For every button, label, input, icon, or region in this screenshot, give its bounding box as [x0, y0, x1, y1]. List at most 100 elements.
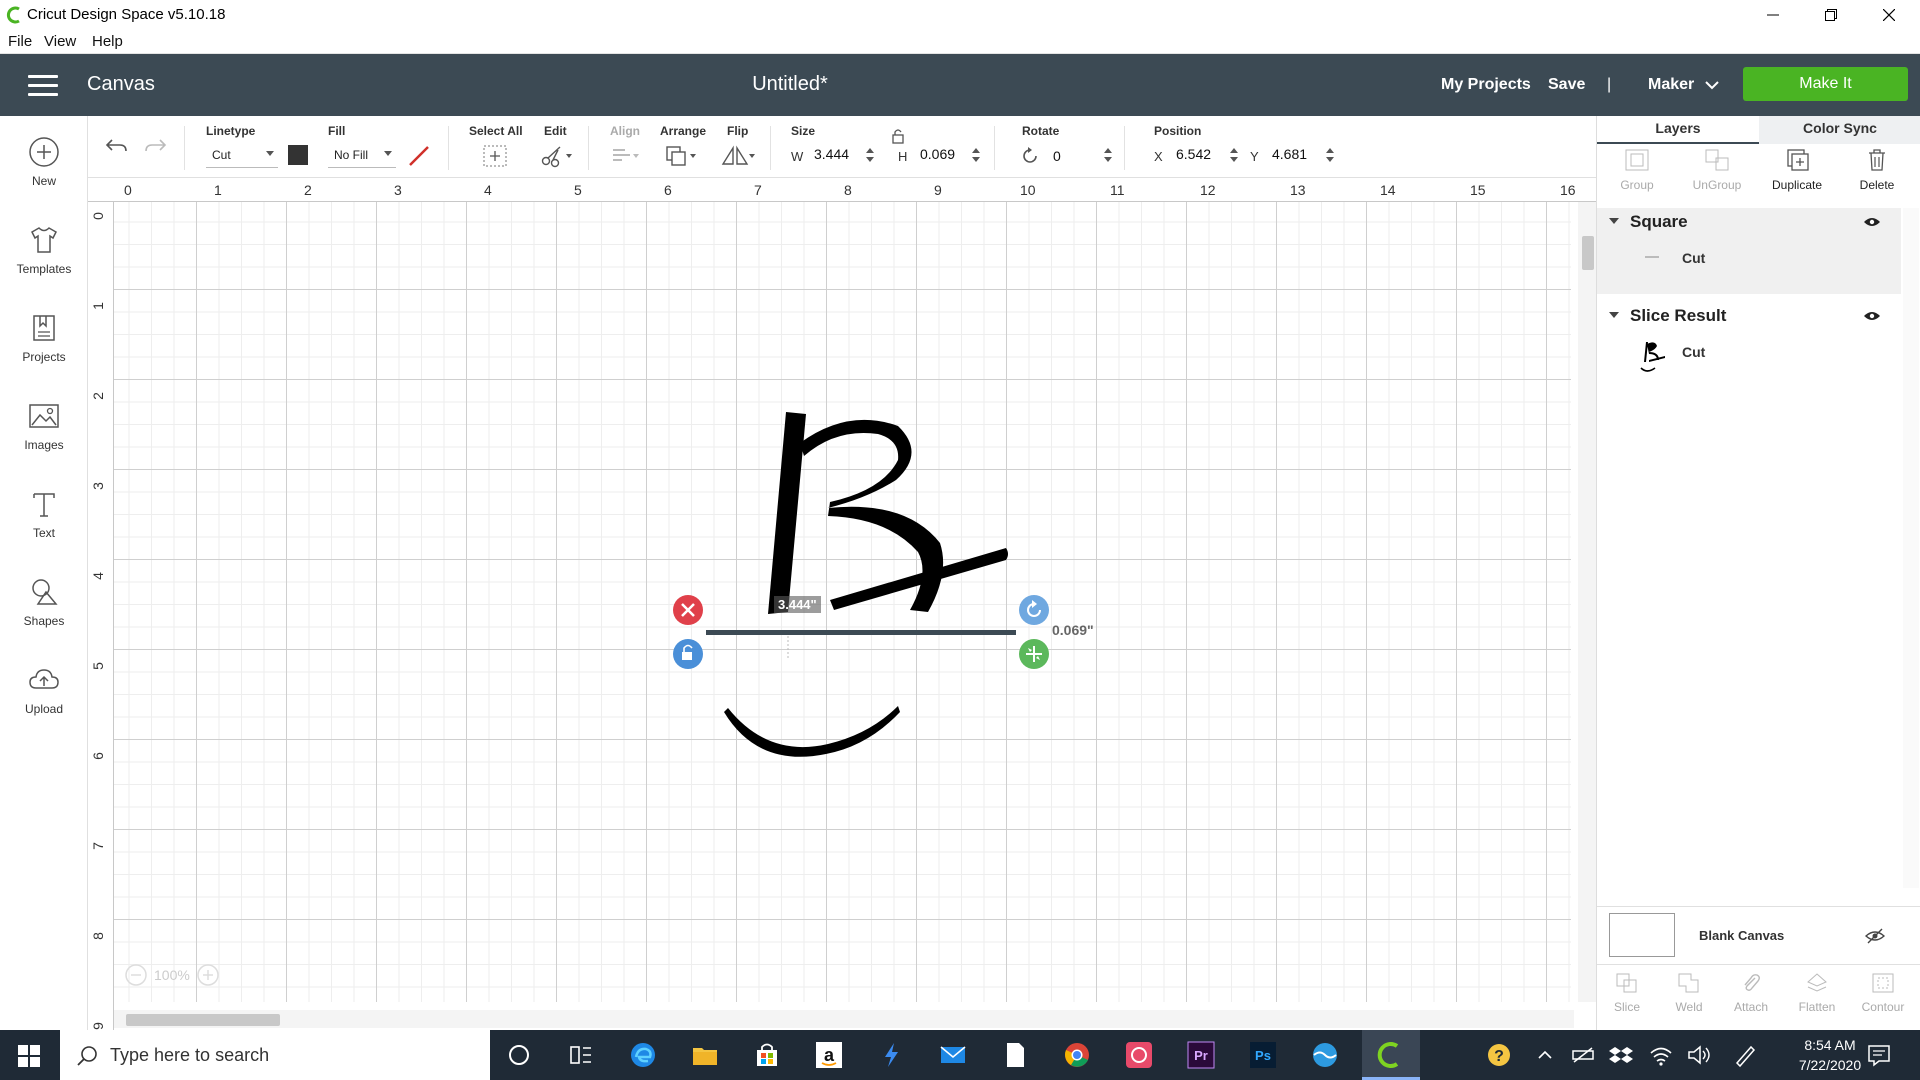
pen-icon[interactable]	[1730, 1040, 1760, 1070]
height-stepper-icon[interactable]	[972, 147, 980, 163]
help-icon[interactable]: ?	[1484, 1040, 1514, 1070]
vertical-scrollbar[interactable]	[1578, 202, 1596, 1002]
rotate-input[interactable]: 0	[1053, 148, 1061, 164]
sidebar-item-new[interactable]: New	[0, 126, 88, 206]
wifi-icon[interactable]	[1646, 1040, 1676, 1070]
my-projects-link[interactable]: My Projects	[1441, 76, 1531, 94]
attach-button[interactable]: Attach	[1721, 972, 1781, 1014]
chrome-icon[interactable]	[1062, 1040, 1092, 1070]
x-stepper-icon[interactable]	[1230, 147, 1238, 163]
restore-button[interactable]	[1802, 0, 1860, 30]
ungroup-button[interactable]: UnGroup	[1677, 148, 1757, 192]
vertical-scroll-thumb[interactable]	[1582, 236, 1594, 270]
x-position-input[interactable]: 6.542	[1176, 146, 1211, 162]
zoom-in-icon[interactable]	[196, 963, 220, 987]
undo-icon[interactable]	[104, 136, 128, 156]
menu-file[interactable]: File	[8, 33, 32, 50]
fill-select[interactable]: No Fill	[328, 144, 396, 168]
select-all-icon[interactable]	[482, 144, 508, 168]
delete-button[interactable]: Delete	[1837, 148, 1917, 192]
y-position-input[interactable]: 4.681	[1272, 146, 1307, 162]
linetype-select[interactable]: Cut	[206, 144, 278, 168]
eye-icon[interactable]	[1863, 310, 1881, 322]
layer-group-square[interactable]: Square Cut	[1597, 208, 1901, 294]
sidebar-item-text[interactable]: Text	[0, 478, 88, 558]
taskbar-search-box[interactable]: Type here to search	[60, 1030, 490, 1080]
windows-taskbar: Type here to search a Pr Ps ? 8:54 AM 7/…	[0, 1030, 1920, 1080]
horizontal-scrollbar[interactable]	[114, 1010, 1574, 1028]
align-icon[interactable]	[610, 146, 640, 166]
mail-icon[interactable]	[938, 1040, 968, 1070]
menu-help[interactable]: Help	[92, 33, 123, 50]
x-label: X	[1154, 149, 1163, 164]
flip-icon[interactable]	[720, 144, 756, 168]
sidebar-item-shapes[interactable]: Shapes	[0, 566, 88, 646]
sidebar-item-projects[interactable]: Projects	[0, 302, 88, 382]
tab-color-sync[interactable]: Color Sync	[1759, 116, 1920, 144]
expand-caret-icon[interactable]	[1609, 312, 1619, 318]
minimize-button[interactable]	[1744, 0, 1802, 30]
linetype-color-swatch[interactable]	[288, 145, 308, 165]
sidebar-item-upload[interactable]: Upload	[0, 654, 88, 734]
eye-hidden-icon[interactable]	[1865, 928, 1885, 944]
cortana-icon[interactable]	[504, 1040, 534, 1070]
width-input[interactable]: 3.444	[814, 146, 849, 162]
menu-view[interactable]: View	[44, 33, 76, 50]
horizontal-scroll-thumb[interactable]	[126, 1014, 280, 1026]
wave-app-icon[interactable]	[1310, 1040, 1340, 1070]
flatten-button[interactable]: Flatten	[1787, 972, 1847, 1014]
no-fill-icon[interactable]	[408, 145, 430, 167]
windows-start-icon[interactable]	[18, 1045, 40, 1067]
dropbox-icon[interactable]	[1606, 1040, 1636, 1070]
drive-icon[interactable]	[1568, 1040, 1598, 1070]
edit-scissors-icon[interactable]	[540, 144, 574, 168]
hamburger-menu-icon[interactable]	[28, 75, 58, 97]
redo-icon[interactable]	[144, 136, 168, 156]
expand-caret-icon[interactable]	[1609, 218, 1619, 224]
layer-group-slice-result[interactable]: Slice Result Cut	[1597, 302, 1901, 382]
width-stepper-icon[interactable]	[866, 147, 874, 163]
cricut-app-icon[interactable]	[1375, 1040, 1405, 1070]
photoshop-icon[interactable]: Ps	[1248, 1040, 1278, 1070]
slice-button[interactable]: Slice	[1597, 972, 1657, 1014]
system-clock[interactable]: 8:54 AM 7/22/2020	[1790, 1035, 1870, 1075]
design-artwork[interactable]	[88, 178, 1596, 1030]
zoom-out-icon[interactable]	[124, 963, 148, 987]
edge-browser-icon[interactable]	[628, 1040, 658, 1070]
y-stepper-icon[interactable]	[1326, 147, 1334, 163]
volume-icon[interactable]	[1684, 1040, 1714, 1070]
eye-icon[interactable]	[1863, 216, 1881, 228]
cloud-upload-icon	[29, 669, 59, 689]
premiere-pro-icon[interactable]: Pr	[1186, 1040, 1216, 1070]
creative-cloud-icon[interactable]	[1124, 1040, 1154, 1070]
amazon-icon[interactable]: a	[814, 1040, 844, 1070]
file-explorer-icon[interactable]	[690, 1040, 720, 1070]
save-link[interactable]: Save	[1548, 76, 1585, 94]
sidebar-item-templates[interactable]: Templates	[0, 214, 88, 294]
lock-icon[interactable]	[891, 128, 905, 144]
group-button[interactable]: Group	[1597, 148, 1677, 192]
arrange-icon[interactable]	[664, 144, 698, 168]
notifications-icon[interactable]	[1864, 1040, 1894, 1070]
height-input[interactable]: 0.069	[920, 146, 955, 162]
tab-layers[interactable]: Layers	[1597, 116, 1759, 144]
close-window-button[interactable]	[1860, 0, 1918, 30]
blank-canvas-swatch[interactable]	[1609, 913, 1675, 957]
chevron-down-icon[interactable]	[1705, 80, 1719, 90]
sidebar-label-upload: Upload	[24, 702, 64, 716]
sidebar-item-images[interactable]: Images	[0, 390, 88, 470]
task-view-icon[interactable]	[566, 1040, 596, 1070]
duplicate-button[interactable]: Duplicate	[1757, 148, 1837, 192]
tray-chevron-up-icon[interactable]	[1530, 1040, 1560, 1070]
contour-button[interactable]: Contour	[1853, 972, 1913, 1014]
bolt-app-icon[interactable]	[876, 1040, 906, 1070]
design-canvas[interactable]: 0 1 2 3 4 5 6 7 8 9 10 11 12 13 14 15 16…	[88, 178, 1596, 1030]
document-icon[interactable]	[1000, 1040, 1030, 1070]
section-title: Canvas	[87, 73, 155, 95]
layers-scrollbar[interactable]	[1903, 208, 1919, 888]
make-it-button[interactable]: Make It	[1743, 67, 1908, 101]
machine-select[interactable]: Maker	[1648, 76, 1694, 94]
microsoft-store-icon[interactable]	[752, 1040, 782, 1070]
weld-button[interactable]: Weld	[1659, 972, 1719, 1014]
rotate-stepper-icon[interactable]	[1104, 147, 1112, 163]
